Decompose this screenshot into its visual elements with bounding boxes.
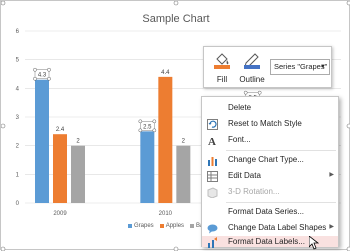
chart-resize-handle	[173, 1, 179, 6]
selection-handle	[257, 90, 262, 95]
paint-bucket-icon	[214, 53, 230, 69]
chevron-right-icon: ▶	[329, 224, 334, 230]
y-tick-label: 0	[16, 201, 20, 207]
menu-item-label: Format Data Labels...	[228, 237, 305, 246]
menu-item-label: Edit Data	[228, 171, 261, 180]
mini-toolbar: Fill Outline Series "Grapes" ▼	[203, 46, 332, 88]
chart-type-icon	[208, 157, 217, 166]
bar-grapes-2010[interactable]	[140, 131, 155, 203]
grapes-swatch	[128, 224, 132, 228]
y-tick-label: 6	[16, 29, 20, 35]
bananas-swatch	[190, 224, 195, 228]
label-shapes-icon	[207, 224, 218, 234]
selection-handle	[152, 128, 157, 133]
selection-handle	[138, 128, 143, 133]
menu-item-edit-data[interactable]: Edit Data ▶	[202, 168, 338, 185]
selection-handle	[33, 67, 37, 72]
selection-handle	[138, 119, 143, 124]
x-tick-label: 2010	[159, 211, 173, 217]
menu-item-delete[interactable]: Delete	[202, 100, 338, 117]
pen-outline-icon	[244, 53, 260, 69]
menu-item-label: Reset to Match Style	[228, 119, 302, 128]
apples-swatch	[159, 224, 164, 228]
menu-item-format-data-series[interactable]: Format Data Series...	[202, 204, 338, 221]
menu-item-label: Change Chart Type...	[228, 155, 304, 164]
chevron-right-icon: ▶	[329, 172, 334, 178]
reset-icon	[207, 119, 218, 130]
mouse-cursor-icon	[309, 236, 319, 250]
rotation-icon	[207, 187, 218, 198]
menu-item-label: Change Data Label Shapes	[228, 223, 327, 232]
bar-apples-2010[interactable]	[158, 76, 173, 203]
selection-handle	[47, 67, 51, 72]
legend-item-apples[interactable]: Apples	[159, 223, 185, 229]
fill-button[interactable]: Fill	[208, 50, 236, 86]
font-icon: A	[208, 136, 216, 146]
context-menu: Delete Reset to Match Style A Font... Ch…	[201, 96, 339, 248]
menu-item-label: Delete	[228, 103, 252, 112]
data-label[interactable]: 4.4	[161, 70, 170, 76]
selection-handle	[33, 76, 37, 81]
y-tick-label: 5	[16, 58, 20, 64]
bar-apples-2009[interactable]	[53, 134, 67, 203]
y-tick-label: 4	[16, 86, 20, 92]
bar-grapes-2009[interactable]	[35, 79, 49, 203]
menu-item-change-chart-type[interactable]: Change Chart Type...	[202, 152, 338, 169]
edit-data-icon	[207, 171, 218, 182]
menu-item-label: 3-D Rotation...	[228, 187, 280, 196]
y-tick-label: 1	[16, 172, 20, 178]
legend-label-apples: Apples	[165, 223, 185, 229]
format-labels-icon	[208, 237, 217, 248]
menu-item-font[interactable]: A Font...	[202, 132, 338, 149]
svg-text:A: A	[208, 136, 216, 146]
menu-item-label: Font...	[228, 135, 251, 144]
outline-button[interactable]: Outline	[238, 50, 266, 86]
data-label[interactable]: 2	[76, 139, 80, 145]
outline-label: Outline	[239, 75, 265, 84]
data-label[interactable]: 2.5	[143, 124, 152, 130]
legend-label-grapes: Grapes	[134, 223, 154, 229]
legend-item-grapes[interactable]: Grapes	[128, 223, 154, 229]
fill-label: Fill	[216, 75, 228, 84]
selection-handle	[47, 76, 51, 81]
menu-item-3d-rotation: 3-D Rotation...	[202, 184, 338, 201]
menu-separator	[226, 150, 336, 151]
legend[interactable]: Grapes Apples Ban	[128, 223, 207, 229]
y-tick-label: 2	[16, 144, 20, 150]
data-label[interactable]: 2	[182, 139, 186, 145]
chart-resize-handle	[1, 246, 6, 251]
menu-item-change-label-shapes[interactable]: Change Data Label Shapes ▶	[202, 220, 338, 237]
chart-resize-handle	[173, 246, 179, 251]
menu-item-label: Format Data Series...	[228, 207, 305, 216]
y-tick-label: 3	[16, 115, 20, 121]
bar-bananas-2009[interactable]	[71, 145, 85, 203]
menu-item-reset-style[interactable]: Reset to Match Style	[202, 116, 338, 133]
data-label[interactable]: 2.4	[56, 127, 65, 133]
bar-bananas-2010[interactable]	[176, 145, 191, 203]
chart-resize-handle	[1, 123, 6, 129]
selection-handle	[152, 119, 157, 124]
x-tick-label: 2009	[53, 211, 67, 217]
menu-separator	[226, 202, 336, 203]
data-label[interactable]: 4.3	[38, 73, 47, 79]
series-selector-dropdown[interactable]: Series "Grapes" ▼	[270, 59, 330, 75]
selection-handle	[243, 90, 248, 95]
chevron-down-icon: ▼	[320, 64, 326, 70]
chart-resize-handle	[1, 1, 6, 6]
